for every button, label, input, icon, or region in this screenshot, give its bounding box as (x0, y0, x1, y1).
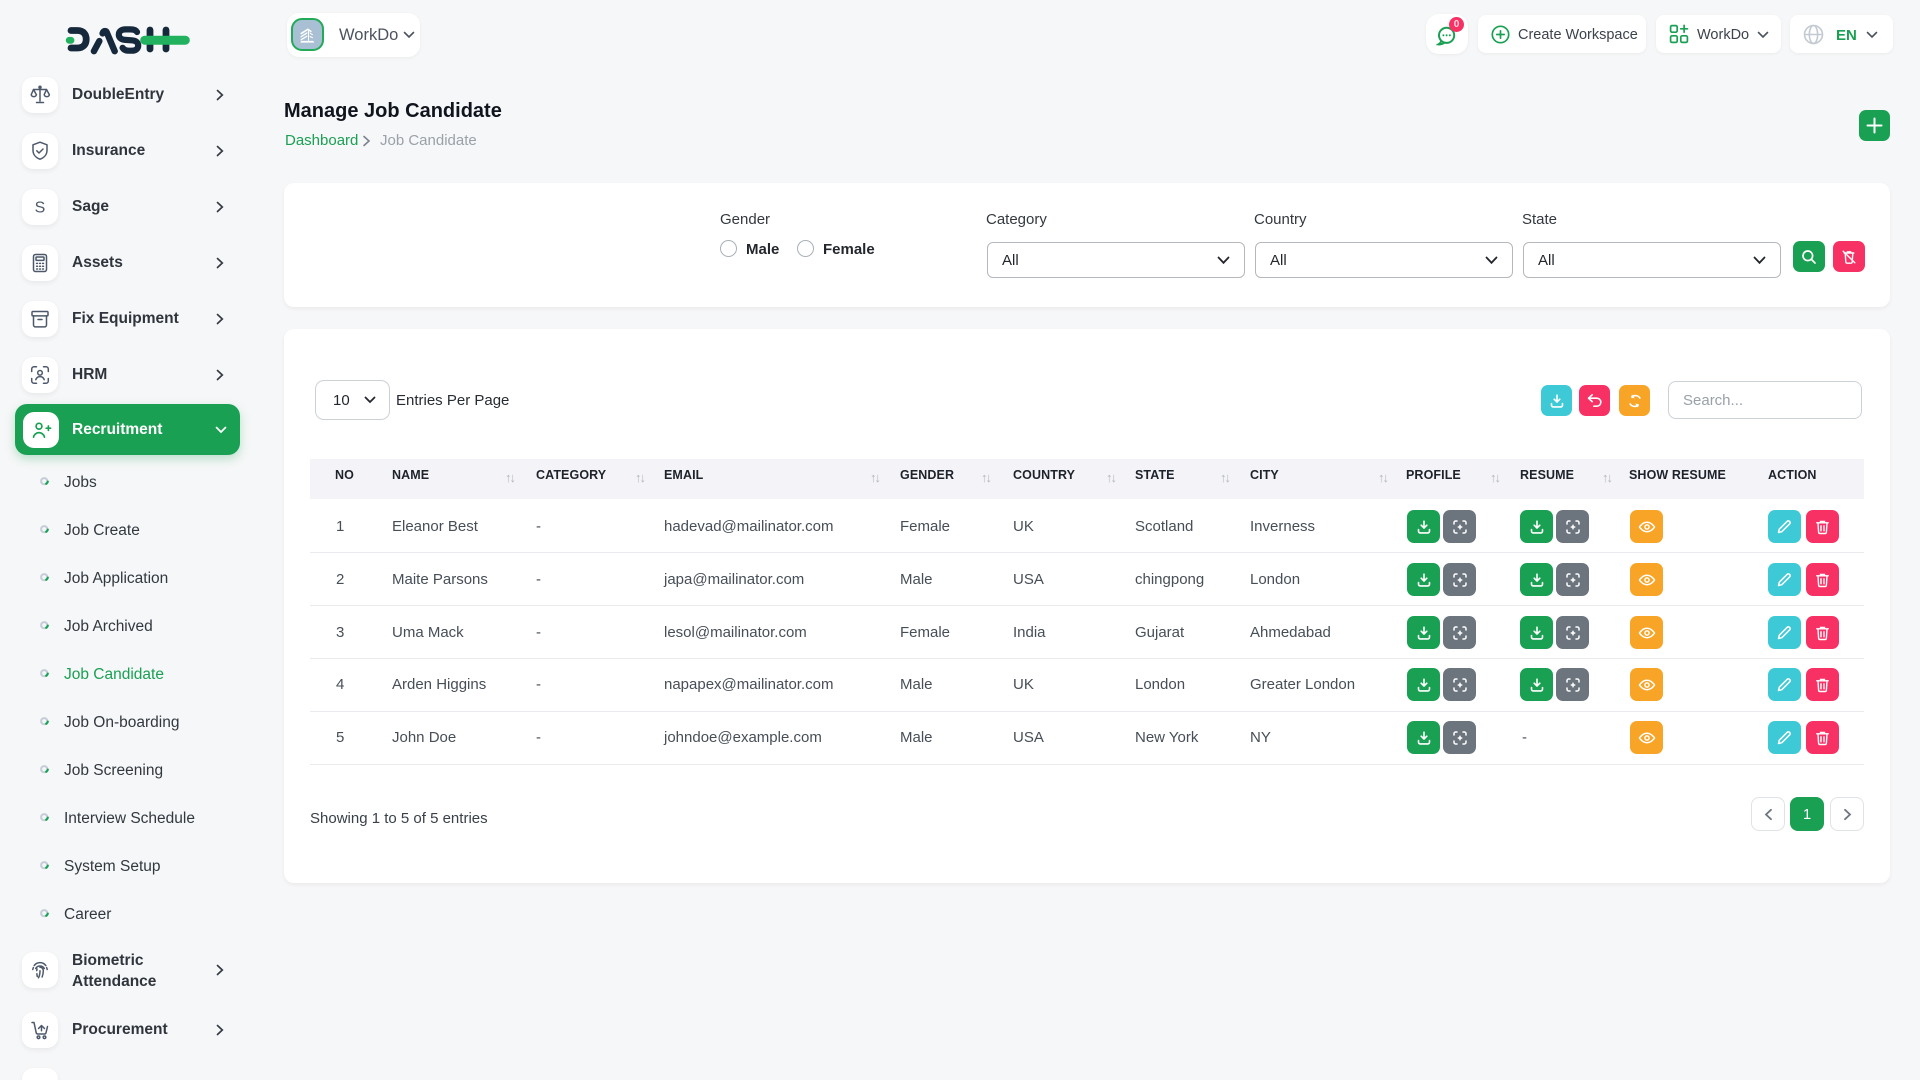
svg-text:S: S (35, 200, 46, 217)
